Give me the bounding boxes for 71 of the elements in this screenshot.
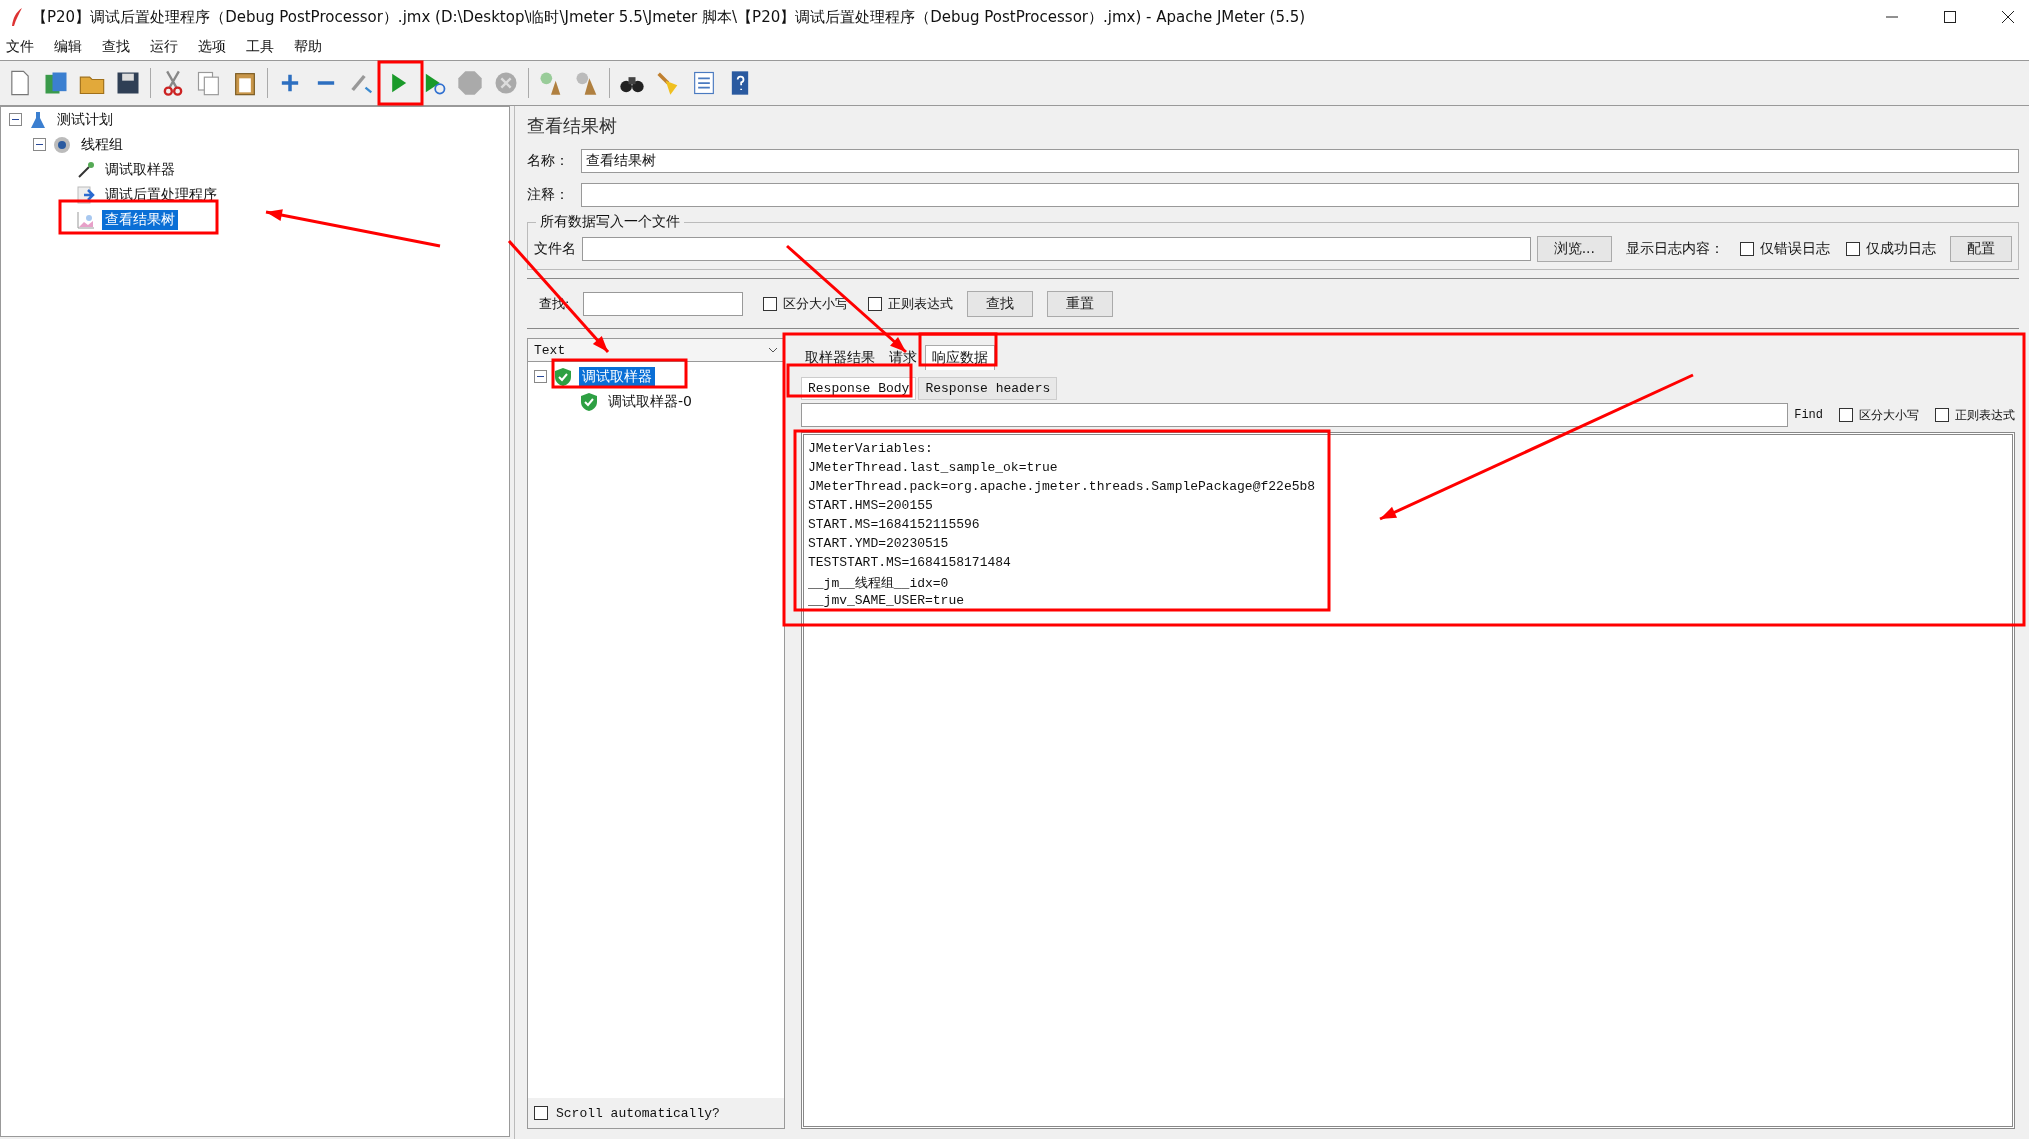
text-line: START.YMD=20230515 <box>808 536 950 553</box>
group-title: 所有数据写入一个文件 <box>536 213 684 231</box>
annotation-box <box>377 60 424 106</box>
collapse-toggle[interactable] <box>534 370 547 383</box>
arrow-icon <box>76 184 96 205</box>
tab[interactable]: 响应数据 <box>925 345 995 370</box>
flask-icon <box>28 109 48 130</box>
checkbox-label: 正则表达式 <box>1955 406 2015 424</box>
checkbox[interactable] <box>763 297 778 311</box>
checkbox[interactable] <box>1846 242 1860 256</box>
find-label: Find <box>1794 408 1823 422</box>
checkbox[interactable] <box>1839 408 1853 422</box>
find-field[interactable] <box>801 403 1789 427</box>
tree-item[interactable]: 查看结果树 <box>102 209 178 230</box>
dropper-icon <box>76 159 96 180</box>
menu-item[interactable]: 文件 <box>6 38 34 56</box>
browse-button[interactable]: 浏览... <box>1536 236 1612 262</box>
text-line: START.HMS=200155 <box>808 498 934 515</box>
tab[interactable]: 取样器结果 <box>799 346 881 370</box>
shield-check-icon <box>579 391 599 412</box>
filename-field[interactable] <box>582 237 1531 261</box>
search-field[interactable] <box>583 292 744 316</box>
close-icon[interactable] <box>2001 10 2015 24</box>
field-label: 文件名 <box>534 240 576 258</box>
field-label: 注释： <box>527 186 570 204</box>
checkbox-label: 区分大小写 <box>1859 406 1919 424</box>
name-field[interactable]: 查看结果树 <box>581 149 2019 173</box>
text-line: __jmv_SAME_USER=true <box>808 593 966 610</box>
maximize-icon[interactable] <box>1943 10 1957 24</box>
checkbox-label: 仅错误日志 <box>1760 240 1830 258</box>
collapse-toggle[interactable] <box>33 138 46 151</box>
text-line: JMeterThread.last_sample_ok=true <box>808 460 1059 477</box>
checkbox[interactable] <box>1935 408 1949 422</box>
menu-item[interactable]: 查找 <box>102 38 130 56</box>
checkbox-label: 仅成功日志 <box>1866 240 1936 258</box>
menu-item[interactable]: 运行 <box>150 38 178 56</box>
checkbox-label: 正则表达式 <box>888 295 954 313</box>
gear-icon <box>52 134 72 155</box>
tree-item[interactable]: 测试计划 <box>54 109 116 130</box>
text-line: JMeterVariables: <box>808 441 934 458</box>
chart-icon <box>76 209 96 230</box>
tree-item[interactable]: 线程组 <box>78 134 126 155</box>
checkbox[interactable] <box>868 297 883 311</box>
checkbox-label: Scroll automatically? <box>556 1105 720 1121</box>
tree-item[interactable]: 调试取样器 <box>579 366 655 387</box>
panel-title: 查看结果树 <box>527 114 618 138</box>
menu-item[interactable]: 帮助 <box>294 38 322 56</box>
field-label: 名称： <box>527 152 570 170</box>
menu-item[interactable]: 选项 <box>198 38 226 56</box>
find-button[interactable]: 查找 <box>967 291 1034 317</box>
chevron-icon <box>768 347 778 353</box>
checkbox[interactable] <box>1740 242 1754 256</box>
text-line: START.MS=1684152115596 <box>808 517 981 534</box>
feather-icon <box>10 7 24 27</box>
comment-field[interactable] <box>581 183 2019 207</box>
tree-item[interactable]: 调试取样器 <box>102 159 178 180</box>
tab[interactable]: 请求 <box>883 346 923 370</box>
tree-item[interactable]: 调试取样器-0 <box>605 391 695 412</box>
menu-item[interactable]: 工具 <box>246 38 274 56</box>
text-line: JMeterThread.pack=org.apache.jmeter.threads.SamplePackage@f22e5b8 <box>808 479 1317 496</box>
config-button[interactable]: 配置 <box>1950 236 2012 262</box>
tab[interactable]: Response headers <box>918 377 1058 400</box>
checkbox[interactable] <box>534 1106 548 1120</box>
menu-item[interactable]: 编辑 <box>54 38 82 56</box>
log-label: 显示日志内容： <box>1626 240 1724 258</box>
text-line: TESTSTART.MS=1684158171484 <box>808 555 1012 572</box>
text-line: __jm__线程组__idx=0 <box>808 575 950 593</box>
shield-check-icon <box>553 366 573 387</box>
reset-button[interactable]: 重置 <box>1047 291 1114 317</box>
window-title: 【P20】调试后置处理程序（Debug PostProcessor）.jmx (D:\Desktop\临时\Jmeter 5.5\Jmeter 脚本\【P20】调试后置处理程序（Debug PostProcessor）.jmx) - Apache JMeter (5.5) <box>32 7 1306 27</box>
collapse-toggle[interactable] <box>9 113 22 126</box>
